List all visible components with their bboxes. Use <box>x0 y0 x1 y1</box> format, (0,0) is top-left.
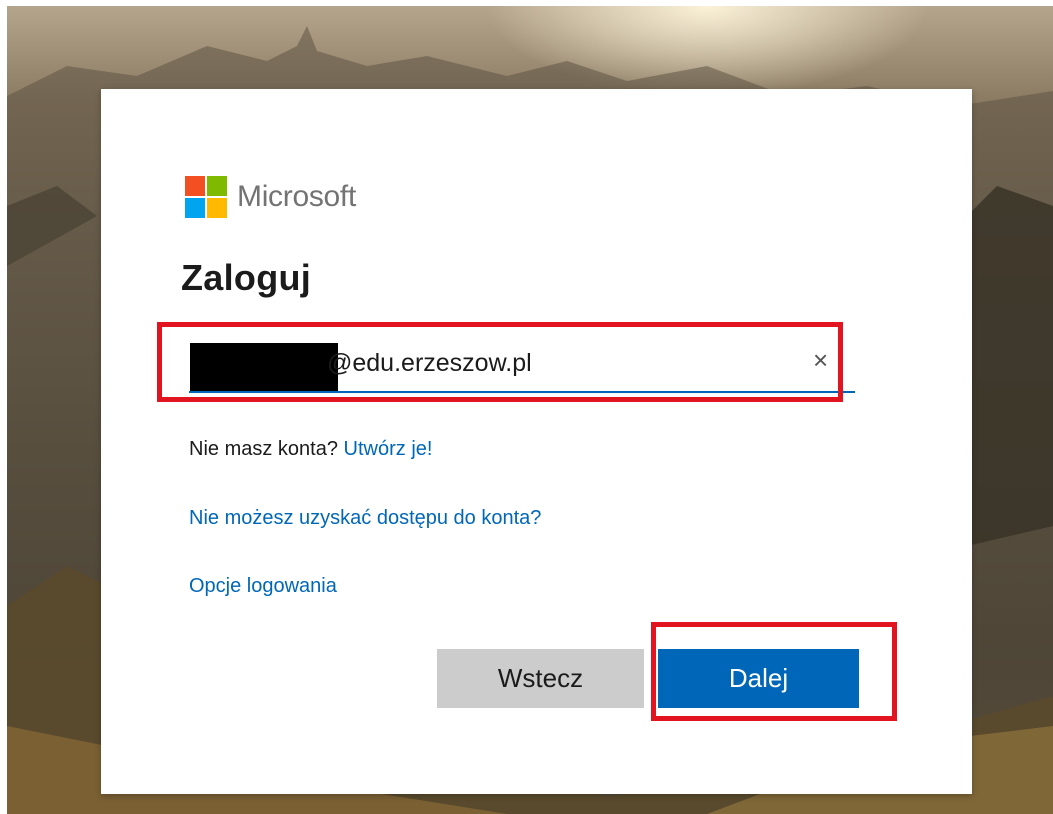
microsoft-logo: Microsoft <box>185 175 356 219</box>
no-account-row: Nie masz konta? Utwórz je! <box>189 438 432 461</box>
no-account-text: Nie masz konta? <box>189 438 338 460</box>
logo-square-blue <box>185 198 205 218</box>
back-button[interactable]: Wstecz <box>437 649 644 708</box>
page-title: Zaloguj <box>181 257 312 298</box>
signin-options-row: Opcje logowania <box>189 575 337 598</box>
highlight-box-next <box>651 622 897 721</box>
cant-access-row: Nie możesz uzyskać dostępu do konta? <box>189 507 541 530</box>
signin-options-link[interactable]: Opcje logowania <box>189 575 337 597</box>
logo-text: Microsoft <box>237 180 356 213</box>
microsoft-logo-icon <box>185 176 227 218</box>
create-account-link[interactable]: Utwórz je! <box>344 438 433 460</box>
logo-square-yellow <box>207 198 227 218</box>
highlight-box-email <box>157 322 843 402</box>
logo-square-red <box>185 176 205 196</box>
signin-card: Microsoft Zaloguj @edu.erzeszow.pl × Nie… <box>101 89 972 794</box>
logo-square-green <box>207 176 227 196</box>
cant-access-link[interactable]: Nie możesz uzyskać dostępu do konta? <box>189 507 541 529</box>
